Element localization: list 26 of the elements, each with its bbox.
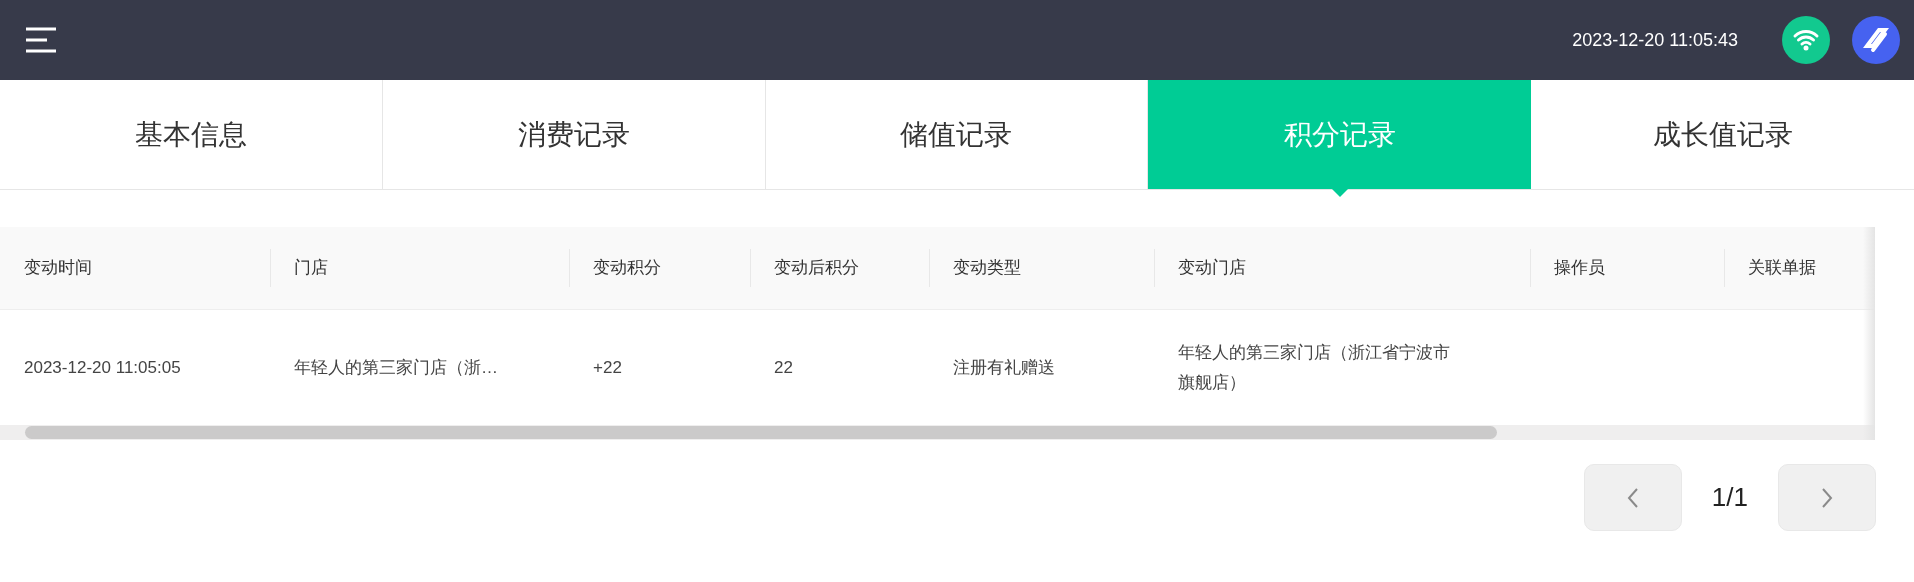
chevron-right-icon <box>1821 487 1833 508</box>
next-page-button[interactable] <box>1778 464 1876 531</box>
page-indicator: 1/1 <box>1711 481 1748 514</box>
column-header: 变动时间 <box>24 257 92 280</box>
column-header: 操作员 <box>1554 257 1605 280</box>
column-header: 变动积分 <box>593 257 661 280</box>
date-time: 2023-12-20 11:05:43 <box>1572 28 1738 52</box>
horizontal-scrollbar[interactable] <box>0 425 1875 440</box>
column-header: 变动门店 <box>1178 257 1246 280</box>
menu-icon[interactable] <box>25 27 57 53</box>
wifi-icon[interactable] <box>1782 16 1830 64</box>
chevron-left-icon <box>1626 487 1639 508</box>
table-cell-text: 2023-12-20 11:05:05 <box>24 356 181 379</box>
table-cell-text: 年轻人的第三家门店（浙… <box>294 356 498 379</box>
column-header: 门店 <box>294 257 328 280</box>
column-header: 变动后积分 <box>774 257 859 280</box>
tab-pointer-icon <box>1331 189 1348 197</box>
table-cell-text: 注册有礼赠送 <box>953 356 1055 379</box>
table-cell-text: 22 <box>774 356 793 379</box>
scrollbar-thumb[interactable] <box>25 426 1497 439</box>
column-header: 关联单据 <box>1748 257 1816 280</box>
table-cell-text: +22 <box>593 356 622 379</box>
logo-icon[interactable] <box>1852 16 1900 64</box>
table-cell-text: 年轻人的第三家门店（浙江省宁波市旗舰店） <box>1178 341 1450 394</box>
previous-page-button[interactable] <box>1583 464 1682 531</box>
column-header: 变动类型 <box>953 257 1021 280</box>
